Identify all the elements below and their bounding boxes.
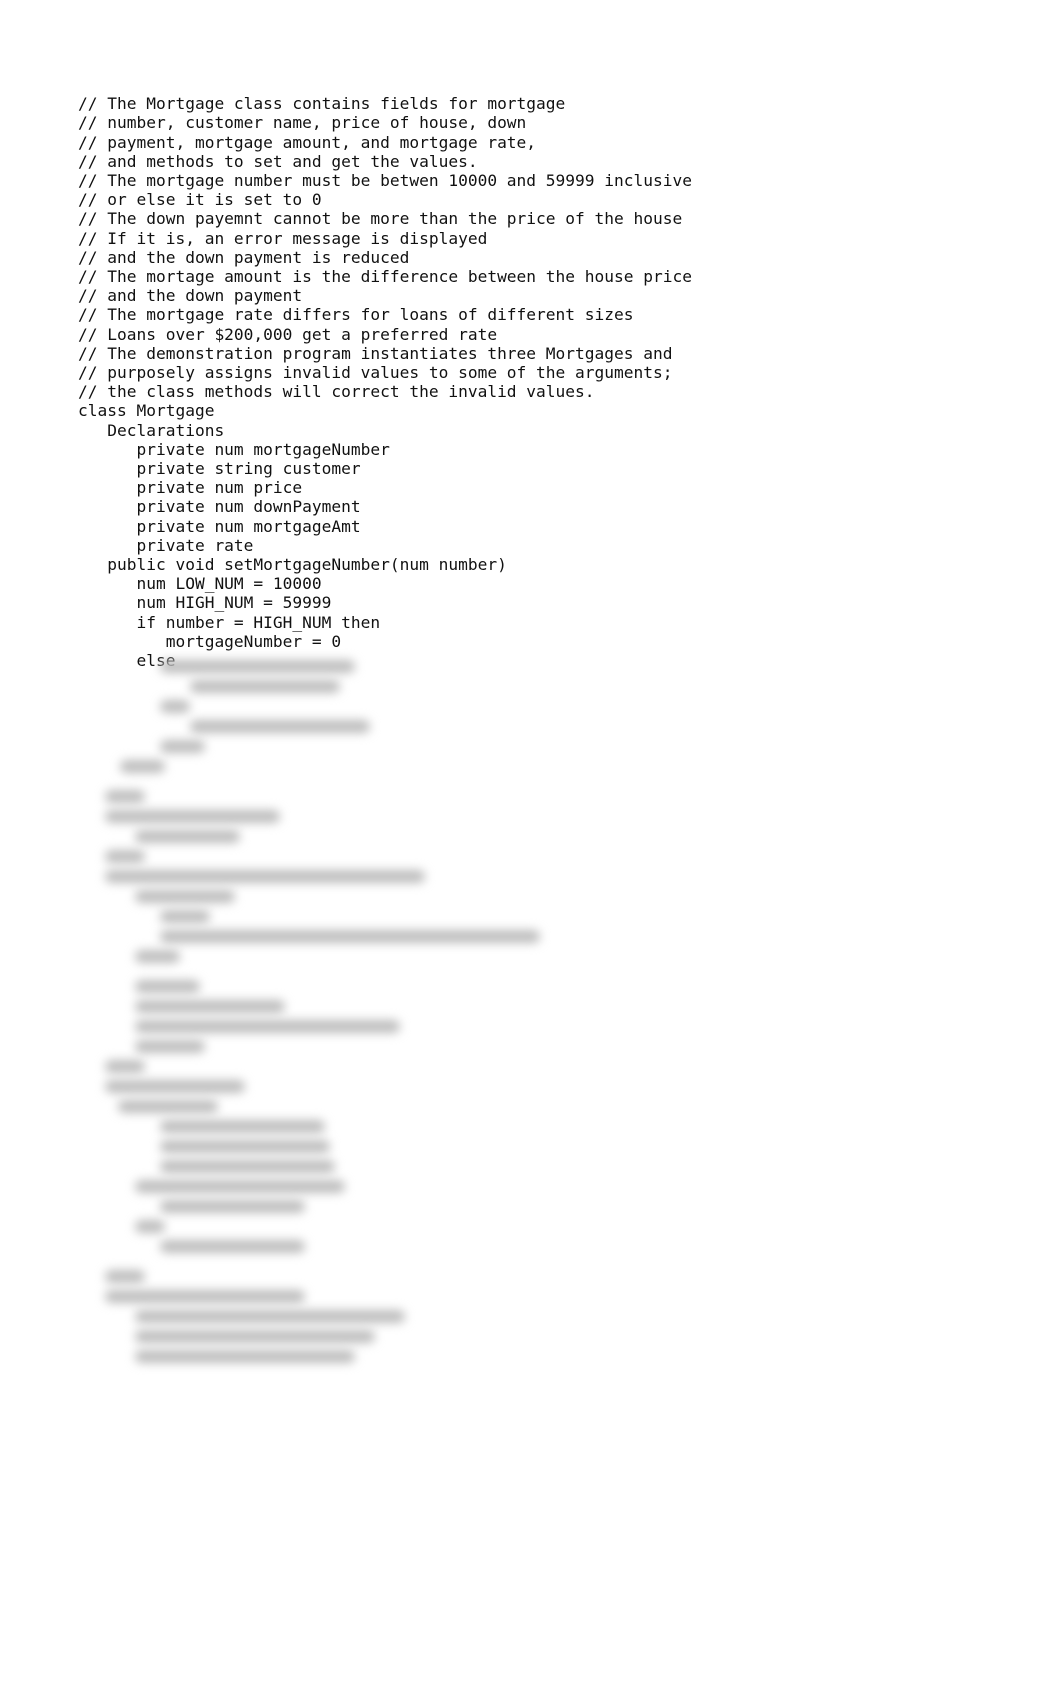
blurred-line <box>135 890 235 903</box>
blurred-line <box>135 1040 205 1053</box>
blurred-line <box>190 680 340 693</box>
blurred-line <box>190 720 370 733</box>
blurred-line <box>120 760 165 773</box>
blurred-line <box>105 1290 305 1303</box>
blurred-line <box>135 1180 345 1193</box>
blurred-line <box>160 1200 305 1213</box>
blurred-line <box>105 1270 145 1283</box>
blurred-line <box>160 1140 330 1153</box>
blurred-line <box>135 950 180 963</box>
blurred-line <box>160 700 190 713</box>
blurred-line <box>160 1120 325 1133</box>
blurred-line <box>160 910 210 923</box>
blurred-line <box>160 740 205 753</box>
blurred-line <box>160 930 540 943</box>
blurred-line <box>135 1350 355 1363</box>
blurred-line <box>105 870 425 883</box>
blurred-line <box>118 1100 218 1113</box>
blurred-line <box>135 830 240 843</box>
blurred-line <box>105 810 280 823</box>
blurred-line <box>135 1000 285 1013</box>
code-text: // The Mortgage class contains fields fo… <box>78 94 984 670</box>
blurred-line <box>135 1220 165 1233</box>
blurred-line <box>105 790 145 803</box>
blurred-line <box>135 980 200 993</box>
blurred-line <box>135 1310 405 1323</box>
blurred-line <box>135 1020 400 1033</box>
blurred-line <box>105 1080 245 1093</box>
blurred-line <box>160 1160 335 1173</box>
blurred-line <box>105 850 145 863</box>
blurred-line <box>105 1060 145 1073</box>
blurred-line <box>160 1240 305 1253</box>
blurred-line <box>135 1330 375 1343</box>
